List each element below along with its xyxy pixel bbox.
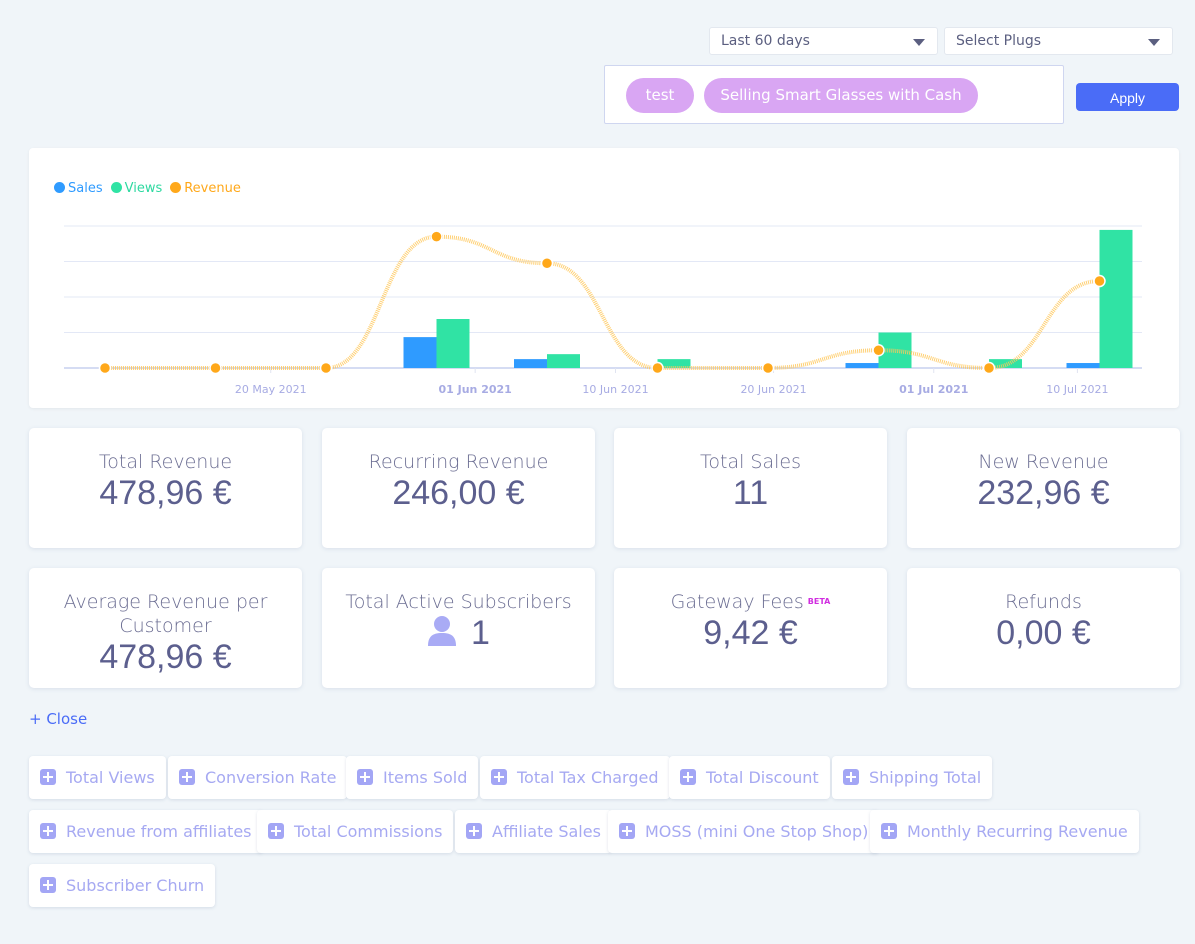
stat-label: Average Revenue per Customer (63, 591, 268, 637)
revenue-point (1093, 274, 1106, 288)
stat-label: Total Active Subscribers (345, 591, 572, 613)
stat-label: Total Revenue (98, 451, 233, 473)
add-metric-button[interactable]: Shipping Total (832, 756, 993, 799)
stat-card: New Revenue 232,96 € (907, 428, 1180, 548)
chevron-down-icon (1148, 39, 1160, 46)
chevron-down-icon (913, 39, 925, 46)
sales-bar (845, 363, 879, 368)
plus-square-icon (619, 823, 635, 839)
add-metric-button[interactable]: Affiliate Sales (455, 810, 612, 853)
add-metric-label: Total Views (66, 768, 155, 787)
add-metric-button[interactable]: Subscriber Churn (29, 864, 216, 907)
revenue-point (982, 361, 996, 375)
add-metric-label: Subscriber Churn (66, 876, 205, 895)
stat-card: Average Revenue per Customer 478,96 € (29, 568, 302, 688)
revenue-point (98, 361, 112, 375)
views-bar (1099, 229, 1133, 368)
stat-value: 11 (732, 474, 769, 512)
date-range-value: Last 60 days (721, 33, 810, 49)
add-metric-label: Affiliate Sales (492, 822, 601, 841)
views-bar (547, 354, 580, 368)
date-range-select[interactable]: Last 60 days (709, 27, 938, 55)
stat-label: Total Sales (700, 451, 801, 473)
plus-square-icon (881, 823, 897, 839)
add-metric-label: Revenue from affiliates (66, 822, 252, 841)
plus-square-icon (680, 769, 696, 785)
stat-label: Gateway Fees BETA (670, 591, 831, 613)
sales-bar (514, 359, 547, 368)
close-link[interactable]: + Close (29, 710, 87, 728)
stat-card: Recurring Revenue 246,00 € (322, 428, 595, 548)
plus-square-icon (40, 823, 56, 839)
plus-square-icon (491, 769, 507, 785)
x-tick-label: 10 Jun 2021 (582, 383, 648, 396)
plug-tag[interactable]: Selling Smart Glasses with Cash (704, 78, 978, 113)
chart-card: Sales Views Revenue 20 May 2021 01 Jun 20… (29, 148, 1179, 408)
plug-tag[interactable]: test (626, 78, 694, 113)
stat-card: Gateway Fees BETA 9,42 € (614, 568, 887, 688)
revenue-point (651, 361, 664, 375)
revenue-point (319, 361, 333, 375)
stat-value: 246,00 € (392, 474, 525, 512)
add-metric-button[interactable]: Total Discount (669, 756, 830, 799)
plus-square-icon (466, 823, 482, 839)
add-metric-button[interactable]: MOSS (mini One Stop Shop) (608, 810, 880, 853)
add-metric-label: Items Sold (383, 768, 468, 787)
x-tick-label: 20 Jun 2021 (740, 383, 806, 396)
plugs-placeholder: Select Plugs (956, 33, 1042, 49)
add-metric-label: MOSS (mini One Stop Shop) (645, 822, 869, 841)
revenue-point (430, 230, 443, 243)
add-metric-button[interactable]: Conversion Rate (168, 756, 348, 799)
add-metric-label: Total Tax Charged (517, 768, 659, 787)
add-metric-button[interactable]: Items Sold (346, 756, 479, 799)
plus-square-icon (357, 769, 373, 785)
chart-plot: 20 May 2021 01 Jun 2021 10 Jun 2021 20 Jun … (64, 225, 1142, 396)
revenue-line (105, 234, 1100, 371)
stat-label: New Revenue (978, 451, 1109, 473)
stat-value: 478,96 € (99, 638, 232, 676)
revenue-point (209, 361, 222, 375)
stat-value: 0,00 € (996, 614, 1091, 652)
stat-card: Refunds 0,00 € (907, 568, 1180, 688)
revenue-point (872, 344, 885, 357)
plus-square-icon (179, 769, 195, 785)
add-metric-label: Shipping Total (869, 768, 982, 787)
add-metric-label: Conversion Rate (205, 768, 337, 787)
selected-plugs-box[interactable]: test Selling Smart Glasses with Cash (604, 65, 1064, 124)
add-metric-button[interactable]: Revenue from affiliates (29, 810, 263, 853)
stat-card: Total Active Subscribers 1 (322, 568, 595, 688)
add-metric-label: Monthly Recurring Revenue (907, 822, 1128, 841)
add-metric-label: Total Discount (706, 768, 819, 787)
stat-value: 1 (322, 614, 595, 652)
add-metric-button[interactable]: Total Tax Charged (480, 756, 670, 799)
beta-badge: BETA (807, 597, 831, 606)
plus-square-icon (268, 823, 284, 839)
sales-bar (403, 337, 437, 368)
stat-card: Total Revenue 478,96 € (29, 428, 302, 548)
apply-button[interactable]: Apply (1076, 83, 1179, 111)
x-tick-label: 10 Jul 2021 (1046, 383, 1108, 396)
user-icon (428, 616, 457, 646)
stat-label: Refunds (1005, 591, 1082, 613)
add-metric-label: Total Commissions (294, 822, 443, 841)
add-metric-button[interactable]: Total Views (29, 756, 166, 799)
sales-bar (1066, 363, 1100, 368)
plus-square-icon (40, 877, 56, 893)
add-metric-button[interactable]: Total Commissions (257, 810, 454, 853)
x-tick-label: 01 Jul 2021 (899, 383, 968, 396)
stat-value: 232,96 € (977, 474, 1110, 512)
stat-value: 478,96 € (99, 474, 232, 512)
stat-label: Recurring Revenue (368, 451, 549, 473)
plus-square-icon (843, 769, 859, 785)
stat-value: 9,42 € (703, 614, 798, 652)
add-metric-button[interactable]: Monthly Recurring Revenue (870, 810, 1139, 853)
plus-square-icon (40, 769, 56, 785)
x-tick-label: 20 May 2021 (235, 383, 307, 396)
revenue-point (540, 257, 554, 270)
x-tick-label: 01 Jun 2021 (439, 383, 512, 396)
stat-card: Total Sales 11 (614, 428, 887, 548)
revenue-point (761, 361, 775, 375)
views-bar (436, 319, 470, 368)
plugs-select[interactable]: Select Plugs (944, 27, 1173, 55)
